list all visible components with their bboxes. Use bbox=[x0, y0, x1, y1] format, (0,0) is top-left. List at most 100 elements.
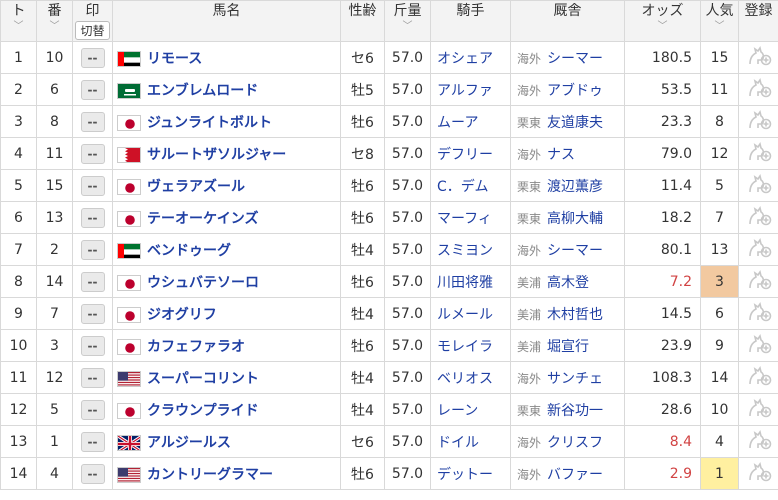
col-header-trainer[interactable]: 厩舎 bbox=[510, 0, 625, 42]
jockey-cell: ムーア bbox=[430, 105, 511, 138]
trainer-link[interactable]: 新谷功一 bbox=[547, 403, 603, 419]
trainer-link[interactable]: 高木登 bbox=[547, 275, 589, 291]
jockey-link[interactable]: ドイル bbox=[437, 435, 479, 451]
mark-selector[interactable]: -- bbox=[80, 335, 105, 356]
horse-name-link[interactable]: ヴェラアズール bbox=[147, 179, 245, 195]
add-favorite-horse-icon[interactable] bbox=[746, 301, 772, 327]
horse-name-link[interactable]: クラウンプライド bbox=[147, 403, 259, 419]
horse-name-link[interactable]: カフェファラオ bbox=[147, 339, 245, 355]
jockey-link[interactable]: ムーア bbox=[437, 115, 478, 131]
trainer-link[interactable]: 堀宣行 bbox=[547, 339, 589, 355]
add-favorite-horse-icon[interactable] bbox=[746, 461, 772, 487]
jockey-link[interactable]: オシェア bbox=[437, 51, 493, 67]
sort-icon[interactable]: ﹀ bbox=[626, 21, 700, 33]
mark-selector[interactable]: -- bbox=[80, 175, 105, 196]
sex-age: 牡6 bbox=[340, 105, 385, 138]
sort-icon[interactable]: ﹀ bbox=[386, 21, 430, 33]
horse-name-link[interactable]: ジュンライトボルト bbox=[147, 115, 272, 131]
mark-selector[interactable]: -- bbox=[80, 207, 105, 228]
jockey-link[interactable]: アルファ bbox=[437, 83, 493, 99]
trainer-link[interactable]: サンチェ bbox=[547, 371, 603, 387]
horse-name-link[interactable]: エンブレムロード bbox=[147, 83, 258, 99]
trainer-link[interactable]: アブドゥ bbox=[547, 83, 603, 99]
horse-name-link[interactable]: カントリーグラマー bbox=[147, 467, 273, 483]
mark-selector[interactable]: -- bbox=[80, 271, 105, 292]
jockey-link[interactable]: スミヨン bbox=[437, 243, 493, 259]
horse-name-link[interactable]: スーパーコリント bbox=[147, 371, 259, 387]
add-favorite-horse-icon[interactable] bbox=[746, 141, 772, 167]
horse-number: 10 bbox=[36, 41, 73, 74]
add-favorite-horse-icon[interactable] bbox=[746, 173, 772, 199]
jockey-link[interactable]: デットー bbox=[437, 467, 493, 483]
add-favorite-horse-icon[interactable] bbox=[746, 205, 772, 231]
horse-name-link[interactable]: ジオグリフ bbox=[147, 307, 217, 323]
add-favorite-horse-icon[interactable] bbox=[746, 109, 772, 135]
mark-selector[interactable]: -- bbox=[80, 367, 105, 388]
trainer-affiliation: 栗東 bbox=[517, 403, 542, 418]
add-favorite-horse-icon[interactable] bbox=[746, 333, 772, 359]
mark-selector[interactable]: -- bbox=[80, 143, 105, 164]
mark-selector[interactable]: -- bbox=[80, 399, 105, 420]
jockey-link[interactable]: 川田将雅 bbox=[437, 275, 493, 291]
horse-name-link[interactable]: ウシュバテソーロ bbox=[147, 275, 259, 291]
trainer-link[interactable]: 木村哲也 bbox=[547, 307, 603, 323]
add-favorite-horse-icon[interactable] bbox=[746, 269, 772, 295]
col-header-weight[interactable]: 斤量 ﹀ bbox=[384, 0, 431, 42]
trainer-link[interactable]: 友道康夫 bbox=[547, 115, 603, 131]
trainer-link[interactable]: バファー bbox=[547, 467, 603, 483]
horse-name-link[interactable]: ベンドゥーグ bbox=[147, 243, 231, 259]
jockey-link[interactable]: ルメール bbox=[437, 307, 493, 323]
mark-selector[interactable]: -- bbox=[80, 463, 105, 484]
mark-cell: -- bbox=[72, 393, 113, 426]
horse-name-link[interactable]: リモース bbox=[147, 51, 202, 67]
trainer-link[interactable]: クリスフ bbox=[547, 435, 603, 451]
jockey-link[interactable]: C．デム bbox=[437, 179, 489, 195]
add-favorite-horse-icon[interactable] bbox=[746, 365, 772, 391]
sort-icon[interactable]: ﹀ bbox=[38, 21, 72, 33]
horse-name-link[interactable]: テーオーケインズ bbox=[147, 211, 258, 227]
jockey-link[interactable]: モレイラ bbox=[437, 339, 493, 355]
horse-name-link[interactable]: サルートザソルジャー bbox=[147, 147, 286, 163]
add-favorite-horse-icon[interactable] bbox=[746, 429, 772, 455]
mark-selector[interactable]: -- bbox=[80, 239, 105, 260]
trainer-link[interactable]: 渡辺薫彦 bbox=[547, 179, 603, 195]
jockey-link[interactable]: デフリー bbox=[437, 147, 493, 163]
sex-age: セ6 bbox=[340, 425, 385, 458]
flag-usa-icon bbox=[117, 466, 141, 483]
mark-toggle-button[interactable]: 切替 bbox=[75, 21, 110, 40]
col-header-waku[interactable]: ト ﹀ bbox=[0, 0, 37, 42]
odds-value: 23.3 bbox=[624, 105, 701, 138]
col-header-odds[interactable]: オッズ ﹀ bbox=[624, 0, 701, 42]
trainer-affiliation: 海外 bbox=[517, 243, 542, 258]
horse-name-link[interactable]: アルジールス bbox=[147, 435, 231, 451]
add-favorite-horse-icon[interactable] bbox=[746, 77, 772, 103]
mark-selector[interactable]: -- bbox=[80, 111, 105, 132]
register-cell bbox=[738, 329, 778, 362]
jockey-link[interactable]: ベリオス bbox=[437, 371, 493, 387]
add-favorite-horse-icon[interactable] bbox=[746, 45, 772, 71]
trainer-link[interactable]: 高柳大輔 bbox=[547, 211, 603, 227]
mark-selector[interactable]: -- bbox=[80, 303, 105, 324]
add-favorite-horse-icon[interactable] bbox=[746, 237, 772, 263]
mark-selector[interactable]: -- bbox=[80, 431, 105, 452]
trainer-link[interactable]: シーマー bbox=[547, 243, 603, 259]
col-header-umaban[interactable]: 番 ﹀ bbox=[36, 0, 73, 42]
sex-age: 牡4 bbox=[340, 361, 385, 394]
horse-cell: エンブレムロード bbox=[112, 73, 341, 106]
sort-icon[interactable]: ﹀ bbox=[2, 21, 36, 33]
jockey-link[interactable]: マーフィ bbox=[437, 211, 492, 227]
trainer-link[interactable]: シーマー bbox=[547, 51, 603, 67]
flag-japan-icon bbox=[117, 274, 141, 291]
mark-selector[interactable]: -- bbox=[80, 47, 105, 68]
sort-icon[interactable]: ﹀ bbox=[702, 21, 738, 33]
add-favorite-horse-icon[interactable] bbox=[746, 397, 772, 423]
col-header-horse[interactable]: 馬名 bbox=[112, 0, 341, 42]
trainer-link[interactable]: ナス bbox=[547, 147, 575, 163]
col-header-sex-age[interactable]: 性齢 bbox=[340, 0, 385, 42]
jockey-link[interactable]: レーン bbox=[437, 403, 478, 419]
col-header-jockey[interactable]: 騎手 bbox=[430, 0, 511, 42]
trainer-affiliation: 海外 bbox=[517, 83, 542, 98]
table-row: 4 11 -- サルートザソルジャー セ8 57.0 デフリー 海外 ナス 79.… bbox=[0, 137, 778, 170]
mark-selector[interactable]: -- bbox=[80, 79, 105, 100]
col-header-popularity[interactable]: 人気 ﹀ bbox=[700, 0, 739, 42]
